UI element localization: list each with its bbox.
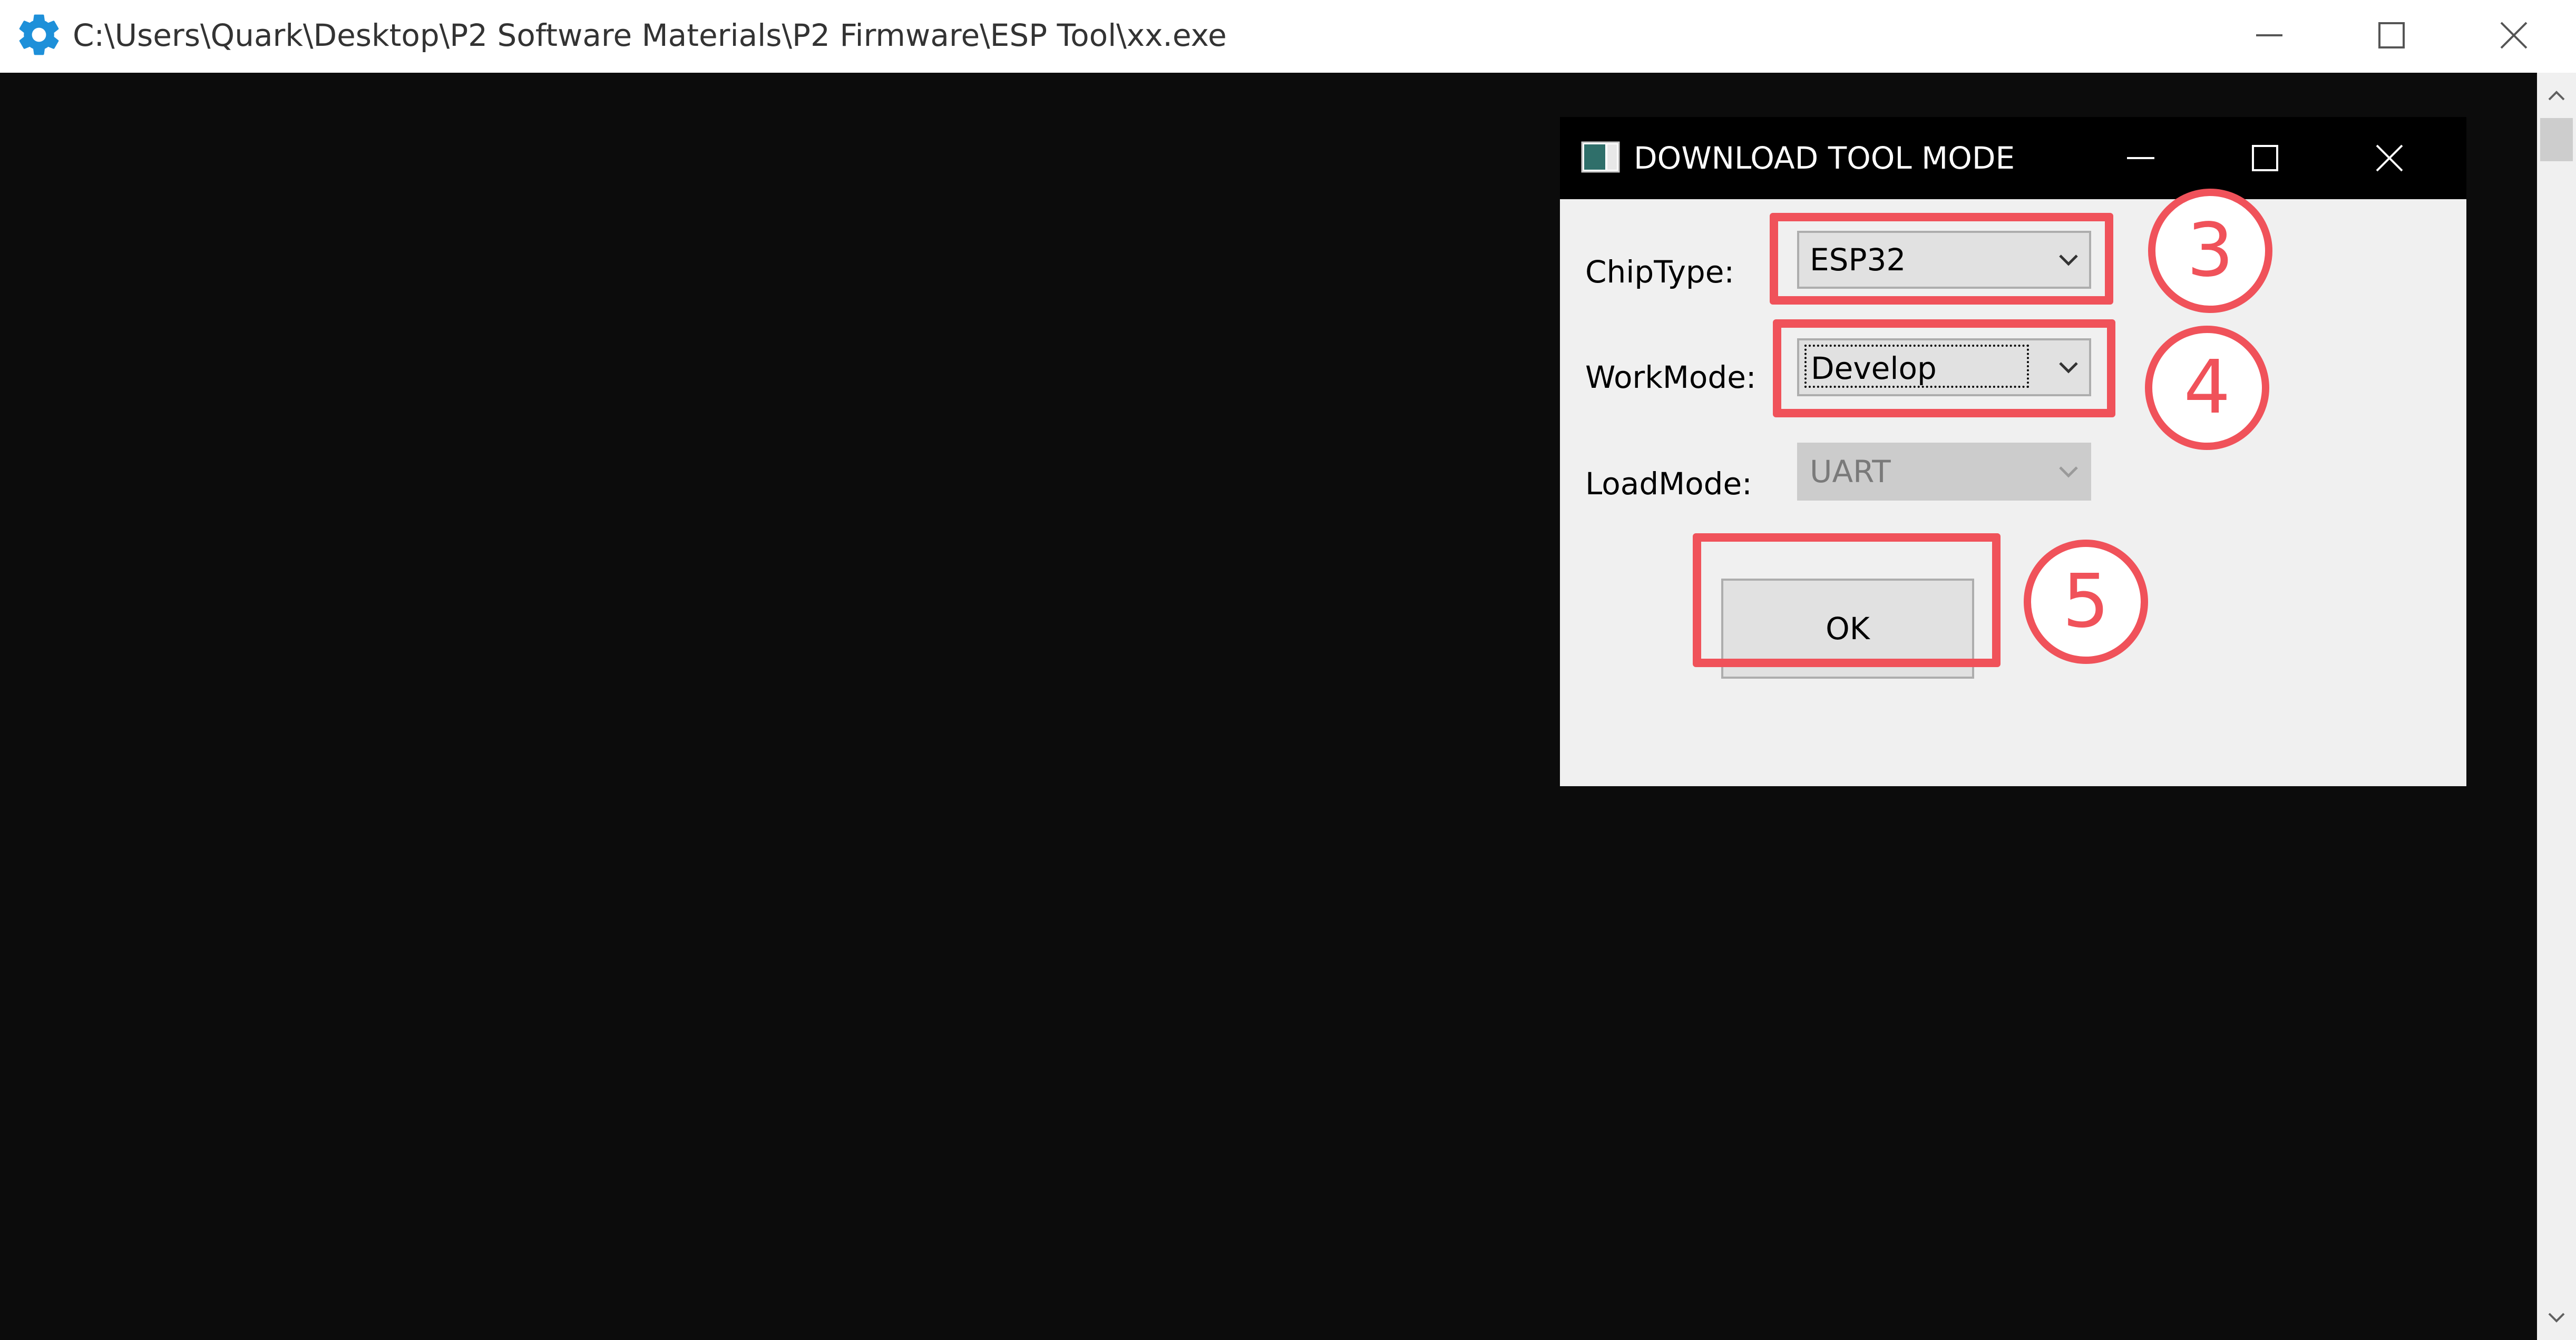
minimize-icon [2127, 157, 2154, 159]
step-4-badge: 4 [2145, 326, 2269, 450]
dialog-title: DOWNLOAD TOOL MODE [1634, 140, 2015, 176]
scrollbar-thumb[interactable] [2540, 118, 2573, 161]
maximize-button[interactable] [2329, 0, 2454, 71]
gear-icon [15, 11, 63, 59]
minimize-icon [2256, 34, 2282, 36]
close-icon [2376, 144, 2403, 172]
dialog-titlebar: DOWNLOAD TOOL MODE [1560, 117, 2466, 199]
step-3-badge: 3 [2148, 189, 2272, 313]
dialog-minimize-button[interactable] [2088, 117, 2193, 199]
console-titlebar: C:\Users\Quark\Desktop\P2 Software Mater… [0, 0, 2576, 73]
loadmode-select: UART [1797, 443, 2091, 501]
chevron-down-icon [2055, 458, 2082, 485]
step-5-badge: 5 [2024, 540, 2148, 664]
dialog-maximize-button[interactable] [2212, 117, 2318, 199]
vertical-scrollbar[interactable] [2537, 73, 2576, 1340]
chiptype-label: ChipType: [1585, 254, 1734, 290]
close-button[interactable] [2452, 0, 2576, 71]
scroll-down-button[interactable] [2537, 1298, 2576, 1337]
loadmode-label: LoadMode: [1585, 466, 1752, 502]
chevron-up-icon [2548, 91, 2565, 101]
loadmode-value: UART [1810, 454, 1891, 490]
highlight-box-chiptype [1770, 213, 2113, 305]
maximize-icon [2378, 22, 2405, 48]
workmode-label: WorkMode: [1585, 359, 1757, 395]
chevron-down-icon [2548, 1313, 2565, 1323]
app-window-icon [1581, 141, 1620, 173]
scroll-up-button[interactable] [2537, 76, 2576, 115]
highlight-box-ok [1693, 533, 2001, 667]
close-icon [2500, 22, 2528, 49]
maximize-icon [2252, 145, 2278, 171]
dialog-close-button[interactable] [2337, 117, 2442, 199]
minimize-button[interactable] [2207, 0, 2331, 71]
window-title: C:\Users\Quark\Desktop\P2 Software Mater… [73, 17, 1227, 53]
highlight-box-workmode [1773, 319, 2115, 417]
